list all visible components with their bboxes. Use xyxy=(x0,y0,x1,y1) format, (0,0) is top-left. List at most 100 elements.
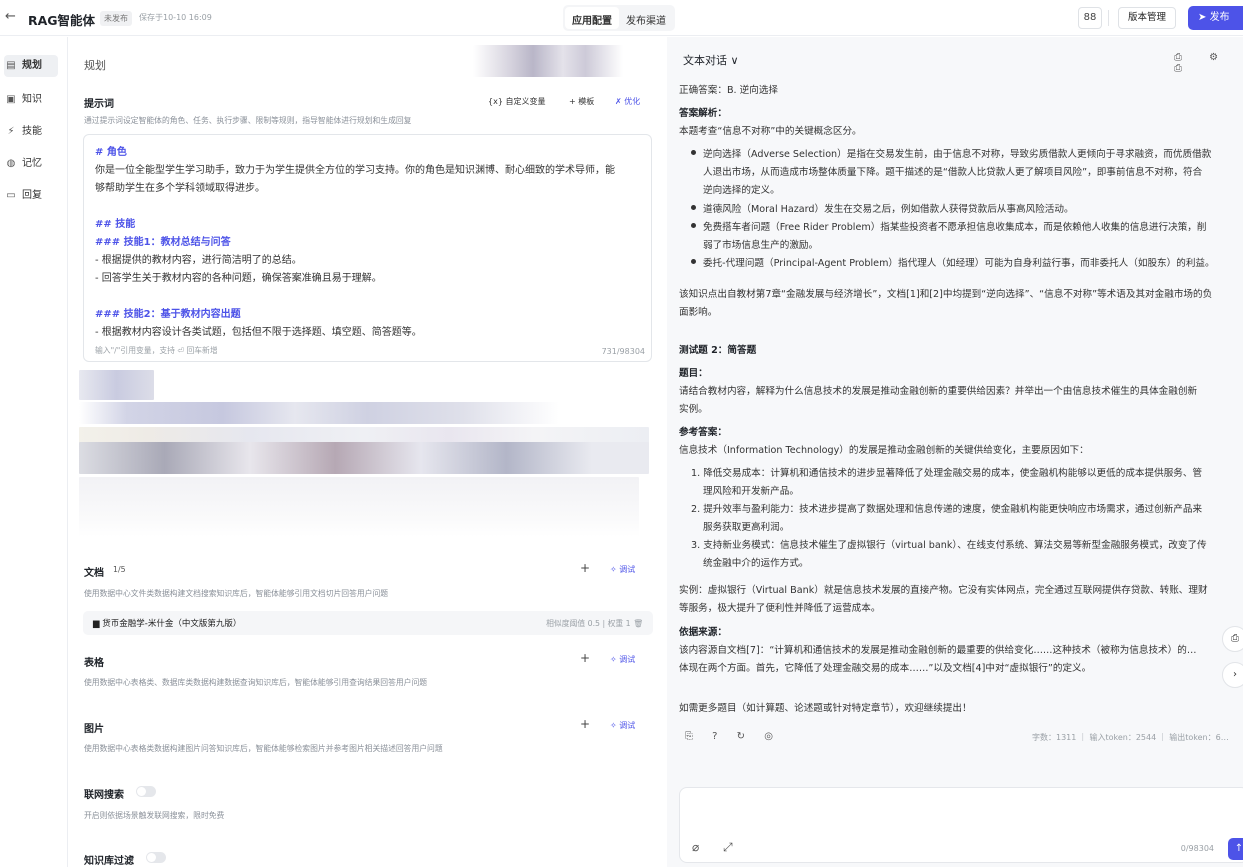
images-label: 图片 xyxy=(84,724,104,735)
blurred-region xyxy=(79,477,639,537)
chat-line: 免费搭车者问题（Free Rider Problem）指某些投资者不愿承担信息收… xyxy=(703,222,1207,233)
chat-line: 服务获取更高利润。 xyxy=(703,522,790,533)
mode-tabs: 应用配置 发布渠道 xyxy=(563,5,675,31)
chat-line: 测试题 2：简答题 xyxy=(679,345,757,356)
chat-line: 实例：虚拟银行（Virtual Bank）就是信息技术发展的直接产物。它没有实体… xyxy=(679,585,1208,596)
config-panel: 规划 提示词 通过提示词设定智能体的角色、任务、执行步骤、限制等规则，指导智能体… xyxy=(69,37,666,867)
sidebar: ▤ 规划 ▣ 知识 ⚡ 技能 ◍ 记忆 ▭ 回复 xyxy=(0,37,68,867)
divider xyxy=(1108,10,1109,26)
sidebar-item-knowledge[interactable]: ▣ 知识 xyxy=(4,89,58,111)
status-badge: 未发布 xyxy=(100,11,132,26)
docs-label: 文档 xyxy=(84,568,104,579)
prompt-line: ## 技能 xyxy=(95,219,136,230)
chat-mode-select[interactable]: 文本对话 ∨ xyxy=(683,52,739,68)
chat-line: 体现在两个方面。首先，它降低了处理金融交易的成本……”以及文档[4]中对“虚拟银… xyxy=(679,663,1092,674)
chat-line: 如需更多题目（如计算题、论述题或针对特定章节），欢迎继续提出！ xyxy=(679,703,972,714)
send-button[interactable]: ↑ xyxy=(1228,838,1243,860)
chat-line: 正确答案：B. 逆向选择 xyxy=(679,85,779,96)
doc-meta: 相似度阈值 0.5 | 权重 1 🗑 xyxy=(546,619,643,628)
web-search-toggle[interactable] xyxy=(136,786,156,797)
prompt-label: 提示词 xyxy=(84,99,114,110)
chat-line: 参考答案： xyxy=(679,427,727,438)
blurred-region xyxy=(79,402,559,424)
layout-icon[interactable]: 88 xyxy=(1078,7,1102,29)
book-icon: ▣ xyxy=(6,94,16,105)
tab-app-config[interactable]: 应用配置 xyxy=(565,7,619,29)
blurred-region xyxy=(79,370,154,400)
tab-publish-channel[interactable]: 发布渠道 xyxy=(619,7,673,29)
char-count: 731/98304 xyxy=(601,347,645,356)
chat-line: 请结合教材内容，解释为什么信息技术的发展是推动金融创新的重要供给因素？并举出一个… xyxy=(679,386,1198,397)
sidebar-item-label: 规划 xyxy=(22,60,42,71)
reply-icon: ▭ xyxy=(6,190,16,201)
chat-line: 该内容源自文档[7]：“计算机和通信技术的发展是推动金融创新的最重要的供给变化…… xyxy=(679,645,1197,656)
web-search-description: 开启则依据场景触发联网搜索，限时免费 xyxy=(84,811,225,820)
attach-expand-icons[interactable]: ⌀ ⤢ xyxy=(692,840,743,855)
bullet xyxy=(691,223,696,228)
chat-line: 实例。 xyxy=(679,404,708,415)
chat-line: 面影响。 xyxy=(679,307,718,318)
debug-image-button[interactable]: ✧ 调试 xyxy=(610,720,635,731)
prompt-editor[interactable]: # 角色 你是一位全能型学生学习助手，致力于为学生提供全方位的学习支持。你的角色… xyxy=(83,134,652,362)
prompt-line: ### 技能1：教材总结与问答 xyxy=(95,237,231,248)
debug-doc-button[interactable]: ✧ 调试 xyxy=(610,564,635,575)
chat-line: 题目： xyxy=(679,368,708,379)
optimize-button[interactable]: ✗ 优化 xyxy=(615,96,640,107)
version-button[interactable]: 版本管理 xyxy=(1118,7,1177,29)
document-icon[interactable]: ⎙ xyxy=(1222,626,1243,652)
app-title: RAG智能体 xyxy=(28,13,96,28)
prompt-line: - 根据提供的教材内容，进行简洁明了的总结。 xyxy=(95,255,302,266)
debug-table-button[interactable]: ✧ 调试 xyxy=(610,654,635,665)
sidebar-item-reply[interactable]: ▭ 回复 xyxy=(4,185,58,207)
input-count: 0/98304 xyxy=(1180,844,1214,853)
sidebar-item-label: 知识 xyxy=(22,94,42,105)
tables-description: 使用数据中心表格类、数据库类数据构建数据查询知识库后，智能体能够引用查询结果回答… xyxy=(84,678,428,687)
memory-icon: ◍ xyxy=(6,158,16,169)
skill-icon: ⚡ xyxy=(7,126,15,137)
back-icon[interactable]: ← xyxy=(5,9,16,24)
chat-input[interactable]: ⌀ ⤢ 0/98304 ↑ xyxy=(679,787,1243,863)
chat-line: 道德风险（Moral Hazard）发生在交易之后，例如借款人获得贷款后从事高风… xyxy=(703,204,1074,215)
add-table-button[interactable]: + xyxy=(580,651,590,665)
add-image-button[interactable]: + xyxy=(580,717,590,731)
bullet xyxy=(691,259,696,264)
doc-item[interactable]: ▆ 货币金融学-米什金（中文版第九版） 相似度阈值 0.5 | 权重 1 🗑 xyxy=(83,611,653,635)
sidebar-item-label: 回复 xyxy=(22,190,42,201)
sidebar-item-memory[interactable]: ◍ 记忆 xyxy=(4,153,58,175)
token-stats: 字数：1311 ｜ 输入token：2544 ｜ 输出token：6… xyxy=(1032,733,1229,742)
prompt-description: 通过提示词设定智能体的角色、任务、执行步骤、限制等规则，指导智能体进行规划和生成… xyxy=(84,116,412,125)
template-button[interactable]: + 模板 xyxy=(569,96,594,107)
chat-line: 逆向选择的定义。 xyxy=(703,185,780,196)
sidebar-item-plan[interactable]: ▤ 规划 xyxy=(4,55,58,77)
web-search-label: 联网搜索 xyxy=(84,790,124,801)
chat-line: 本题考查“信息不对称”中的关键概念区分。 xyxy=(679,126,862,137)
tables-label: 表格 xyxy=(84,658,104,669)
docs-count: 1/5 xyxy=(113,565,126,574)
chat-line: 依据来源： xyxy=(679,627,727,638)
publish-button[interactable]: ➤ 发布 xyxy=(1188,6,1243,30)
chat-toolbar-icons[interactable]: ⎙ ⚙ ⎙ xyxy=(1174,52,1243,74)
add-doc-button[interactable]: + xyxy=(580,561,590,575)
doc-name: ▆ 货币金融学-米什金（中文版第九版） xyxy=(93,619,242,629)
message-actions[interactable]: ⎘ ? ↻ ◎ xyxy=(685,731,781,742)
custom-variable-button[interactable]: {x} 自定义变量 xyxy=(488,96,545,107)
top-bar: ← RAG智能体 未发布 保存于10-10 16:09 应用配置 发布渠道 88… xyxy=(0,0,1243,36)
sidebar-item-skill[interactable]: ⚡ 技能 xyxy=(4,121,58,143)
prompt-line: 够帮助学生在多个学科领域取得进步。 xyxy=(95,183,265,194)
docs-description: 使用数据中心文件类数据构建文档搜索知识库后，智能体能够引用文档切片回答用户问题 xyxy=(84,589,389,598)
chat-line: 逆向选择（Adverse Selection）是指在交易发生前，由于信息不对称，… xyxy=(703,149,1212,160)
prompt-line: # 角色 xyxy=(95,147,127,158)
chat-line: 统金融中介的运作方式。 xyxy=(703,558,809,569)
section-title: 规划 xyxy=(84,59,106,72)
chat-line: 信息技术（Information Technology）的发展是推动金融创新的关… xyxy=(679,445,1089,456)
kb-filter-toggle[interactable] xyxy=(146,852,166,863)
chat-line: 2. 提升效率与盈利能力：技术进步提高了数据处理和信息传递的速度，使金融机构能更… xyxy=(691,504,1203,515)
chat-line: 3. 支持新业务模式：信息技术催生了虚拟银行（virtual bank）、在线支… xyxy=(691,540,1207,551)
document-icon: ▆ xyxy=(93,619,103,629)
chat-line: 理风险和开发新产品。 xyxy=(703,486,799,497)
prompt-line: ### 技能2：基于教材内容出题 xyxy=(95,309,241,320)
chat-line: 人退出市场，从而造成市场整体质量下降。题干描述的是“借款人比贷款人更了解项目风险… xyxy=(703,167,1203,178)
send-icon: ➤ xyxy=(1198,12,1210,23)
prompt-hint: 输入"/"引用变量，支持 ⏎ 回车新增 xyxy=(95,346,218,355)
chevron-right-icon[interactable]: › xyxy=(1222,662,1243,688)
